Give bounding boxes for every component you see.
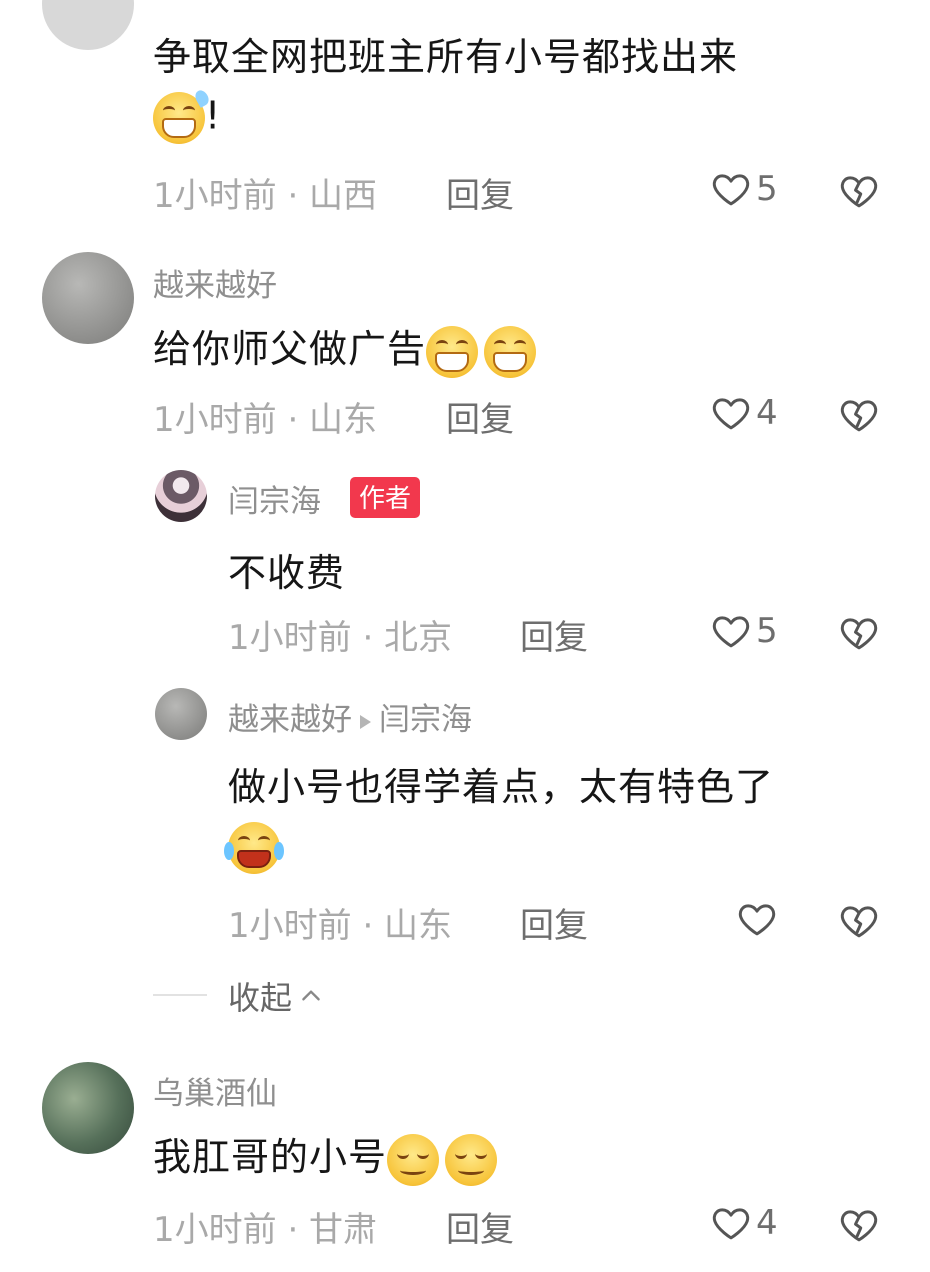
heart-icon	[710, 1202, 752, 1244]
avatar[interactable]	[42, 252, 134, 344]
avatar[interactable]	[42, 1062, 134, 1154]
collapse-divider	[153, 994, 207, 996]
like-button[interactable]: 5	[710, 610, 778, 652]
heart-icon	[710, 392, 752, 434]
reply-target[interactable]: 闫宗海	[379, 702, 472, 738]
reply-button[interactable]: 回复	[520, 898, 588, 947]
broken-heart-icon[interactable]	[838, 612, 880, 654]
like-count: 4	[756, 393, 778, 433]
comment-text: 做小号也得学着点，太有特色了	[228, 765, 775, 809]
comment-time-location: 1小时前 · 北京	[228, 618, 453, 658]
collapse-label: 收起	[228, 979, 293, 1017]
reply-button[interactable]: 回复	[446, 392, 514, 441]
heart-icon	[710, 610, 752, 652]
comment-time-location: 1小时前 · 甘肃	[153, 1210, 378, 1250]
comment-username: 越来越好 闫宗海	[228, 694, 472, 739]
broken-heart-icon[interactable]	[838, 170, 880, 212]
comment-text: 给你师父做广告	[153, 318, 537, 378]
avatar[interactable]	[155, 470, 207, 522]
comment-username[interactable]: 乌巢酒仙	[153, 1068, 277, 1113]
laugh-cry-emoji	[224, 822, 284, 874]
comment-username[interactable]: 闫宗海	[228, 476, 321, 521]
reply-arrow-icon	[360, 714, 371, 729]
heart-icon	[710, 168, 752, 210]
grin-emoji	[426, 325, 479, 378]
reply-button[interactable]: 回复	[446, 1202, 514, 1251]
heart-icon	[736, 898, 778, 940]
like-button[interactable]: 5	[710, 168, 778, 210]
sly-smile-emoji	[445, 1133, 498, 1186]
sly-smile-emoji	[387, 1133, 440, 1186]
comment-text-line2: !	[153, 92, 221, 144]
like-button[interactable]	[736, 898, 782, 940]
comment-time-location: 1小时前 · 山西	[153, 176, 378, 216]
comment-text: 不收费	[228, 551, 346, 595]
comment-username[interactable]: 越来越好	[153, 260, 277, 305]
comment-text-line2	[224, 822, 284, 874]
like-button[interactable]: 4	[710, 392, 778, 434]
broken-heart-icon[interactable]	[838, 394, 880, 436]
like-button[interactable]: 4	[710, 1202, 778, 1244]
grin-emoji	[484, 325, 537, 378]
broken-heart-icon[interactable]	[838, 1204, 880, 1246]
comment-time-location: 1小时前 · 山东	[153, 400, 378, 440]
like-count: 5	[756, 611, 778, 651]
grin-sweat-emoji	[153, 92, 205, 144]
like-count: 4	[756, 1203, 778, 1243]
avatar[interactable]	[42, 0, 134, 50]
comment-time-location: 1小时前 · 山东	[228, 906, 453, 946]
collapse-replies-button[interactable]: 收起	[228, 973, 324, 1019]
chevron-up-icon	[302, 990, 320, 1001]
reply-button[interactable]: 回复	[446, 168, 514, 217]
reply-author[interactable]: 越来越好	[228, 702, 352, 738]
like-count: 5	[756, 169, 778, 209]
avatar[interactable]	[155, 688, 207, 740]
comment-text: 争取全网把班主所有小号都找出来	[153, 35, 739, 79]
author-badge: 作者	[350, 477, 421, 518]
comment-text: 我肛哥的小号	[153, 1126, 498, 1186]
broken-heart-icon[interactable]	[838, 900, 880, 942]
reply-button[interactable]: 回复	[520, 610, 588, 659]
